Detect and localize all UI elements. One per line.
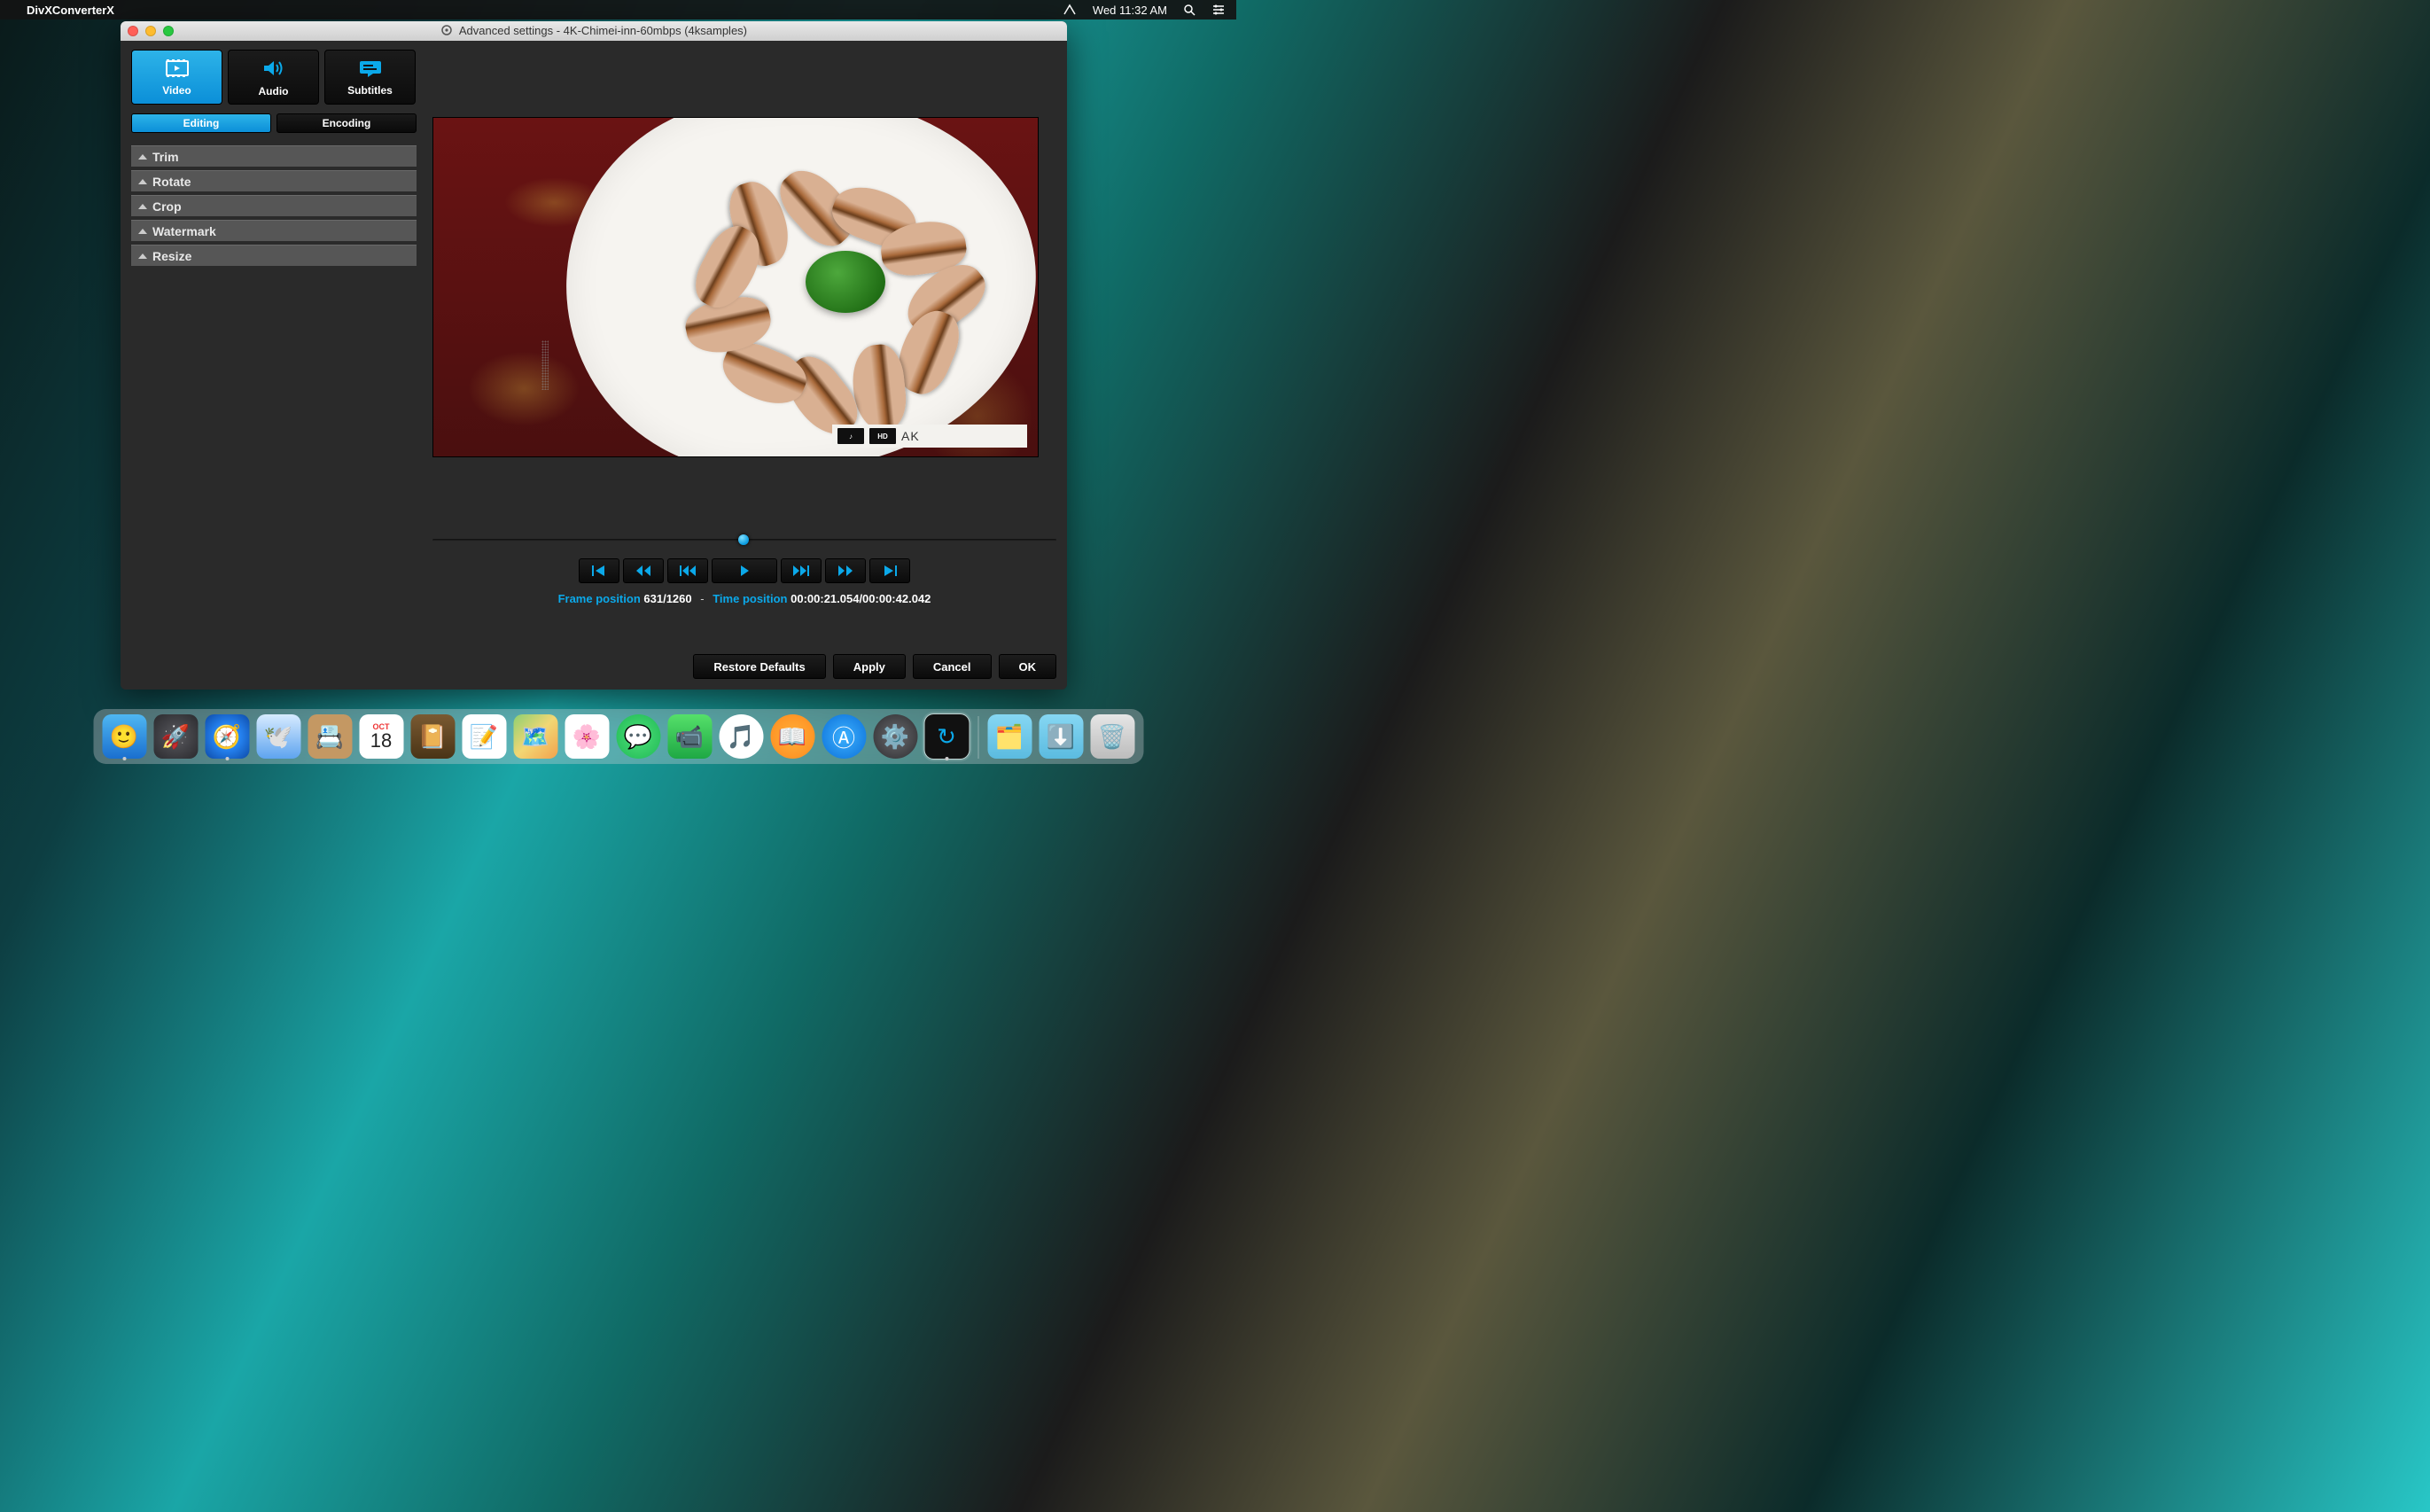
panel-resize-handle[interactable] [541, 340, 549, 390]
disclosure-triangle-icon [138, 253, 147, 259]
dock-trash[interactable]: 🗑️ [1090, 714, 1134, 759]
audio-icon [261, 58, 287, 82]
tab-subtitles[interactable]: Subtitles [324, 50, 416, 105]
dock-itunes[interactable]: 🎵 [719, 714, 763, 759]
dock-contacts[interactable]: 📇 [308, 714, 352, 759]
window-zoom-button[interactable] [163, 26, 174, 36]
settings-gear-icon [440, 24, 453, 39]
dock-photos[interactable]: 🌸 [565, 714, 609, 759]
dock-calendar[interactable]: OCT18 [359, 714, 403, 759]
window-title: Advanced settings - 4K-Chimei-inn-60mbps… [121, 24, 1067, 39]
go-end-button[interactable] [869, 558, 910, 583]
time-position-value: 00:00:21.054/00:00:42.042 [791, 592, 931, 605]
menubar-clock[interactable]: Wed 11:32 AM [1093, 4, 1167, 17]
video-icon [164, 58, 191, 81]
right-panel: ♪ HD AK [432, 113, 1056, 635]
accordion-watermark[interactable]: Watermark [131, 220, 417, 241]
play-button[interactable] [712, 558, 777, 583]
disclosure-triangle-icon [138, 229, 147, 234]
tab-video-label: Video [162, 84, 191, 97]
menubar-extra-icon[interactable] [1063, 4, 1077, 16]
dock-notes[interactable]: 📔 [410, 714, 455, 759]
dock-mail[interactable]: 🕊️ [256, 714, 300, 759]
subtab-encoding[interactable]: Encoding [276, 113, 417, 133]
disclosure-triangle-icon [138, 204, 147, 209]
preview-watermark-overlay: ♪ HD AK [832, 425, 1027, 448]
dock-launchpad[interactable]: 🚀 [153, 714, 198, 759]
subtab-editing[interactable]: Editing [131, 113, 271, 133]
editing-accordion: Trim Rotate Crop Watermark Resize [131, 145, 417, 266]
video-preview[interactable]: ♪ HD AK [432, 117, 1039, 457]
go-start-button[interactable] [579, 558, 619, 583]
disclosure-triangle-icon [138, 154, 147, 160]
accordion-resize[interactable]: Resize [131, 245, 417, 266]
accordion-crop[interactable]: Crop [131, 195, 417, 216]
window-minimize-button[interactable] [145, 26, 156, 36]
timeline-slider[interactable] [432, 534, 1056, 546]
dock-finder[interactable]: 🙂 [102, 714, 146, 759]
control-center-icon[interactable] [1211, 4, 1226, 15]
fast-forward-button[interactable] [825, 558, 866, 583]
media-type-tabs: Video Audio Subtitles [131, 50, 1056, 105]
menubar-app-name[interactable]: DivXConverterX [27, 4, 114, 17]
position-readout: Frame position 631/1260 - Time position … [432, 592, 1056, 605]
advanced-settings-window: Advanced settings - 4K-Chimei-inn-60mbps… [121, 21, 1067, 690]
dock-downloads-folder[interactable]: ⬇️ [1039, 714, 1083, 759]
timeline-thumb[interactable] [738, 534, 749, 545]
window-close-button[interactable] [128, 26, 138, 36]
mac-menubar: DivXConverterX Wed 11:32 AM [0, 0, 1236, 19]
transport-controls [432, 558, 1056, 583]
dock-safari[interactable]: 🧭 [205, 714, 249, 759]
prev-frame-button[interactable] [667, 558, 708, 583]
dock-system-preferences[interactable]: ⚙️ [873, 714, 917, 759]
tab-subtitles-label: Subtitles [347, 84, 393, 97]
accordion-rotate[interactable]: Rotate [131, 170, 417, 191]
dock-divider [977, 716, 978, 759]
dock-reminders[interactable]: 📝 [462, 714, 506, 759]
dialog-footer: Restore Defaults Apply Cancel OK [131, 635, 1056, 679]
tab-audio-label: Audio [259, 85, 289, 97]
dock-messages[interactable]: 💬 [616, 714, 660, 759]
tab-audio[interactable]: Audio [228, 50, 319, 105]
restore-defaults-button[interactable]: Restore Defaults [693, 654, 825, 679]
next-frame-button[interactable] [781, 558, 822, 583]
dock-facetime[interactable]: 📹 [667, 714, 712, 759]
dock-applications-folder[interactable]: 🗂️ [987, 714, 1032, 759]
window-titlebar[interactable]: Advanced settings - 4K-Chimei-inn-60mbps… [121, 21, 1067, 41]
spotlight-icon[interactable] [1183, 4, 1196, 16]
dock-ibooks[interactable]: 📖 [770, 714, 814, 759]
ok-button[interactable]: OK [999, 654, 1057, 679]
dock-maps[interactable]: 🗺️ [513, 714, 557, 759]
time-position-label: Time position [713, 592, 787, 605]
mac-dock: 🙂 🚀 🧭 🕊️ 📇 OCT18 📔 📝 🗺️ 🌸 💬 📹 🎵 📖 Ⓐ ⚙️ ↻… [93, 709, 1143, 764]
frame-position-value: 631/1260 [643, 592, 691, 605]
subtitles-icon [357, 58, 384, 81]
tab-video[interactable]: Video [131, 50, 222, 105]
left-panel: Editing Encoding Trim Rotate Crop Waterm… [131, 113, 417, 635]
accordion-trim[interactable]: Trim [131, 145, 417, 167]
frame-position-label: Frame position [558, 592, 641, 605]
dock-divxconverterx[interactable]: ↻ [924, 714, 969, 759]
apply-button[interactable]: Apply [833, 654, 906, 679]
rewind-button[interactable] [623, 558, 664, 583]
disclosure-triangle-icon [138, 179, 147, 184]
cancel-button[interactable]: Cancel [913, 654, 992, 679]
dock-appstore[interactable]: Ⓐ [822, 714, 866, 759]
